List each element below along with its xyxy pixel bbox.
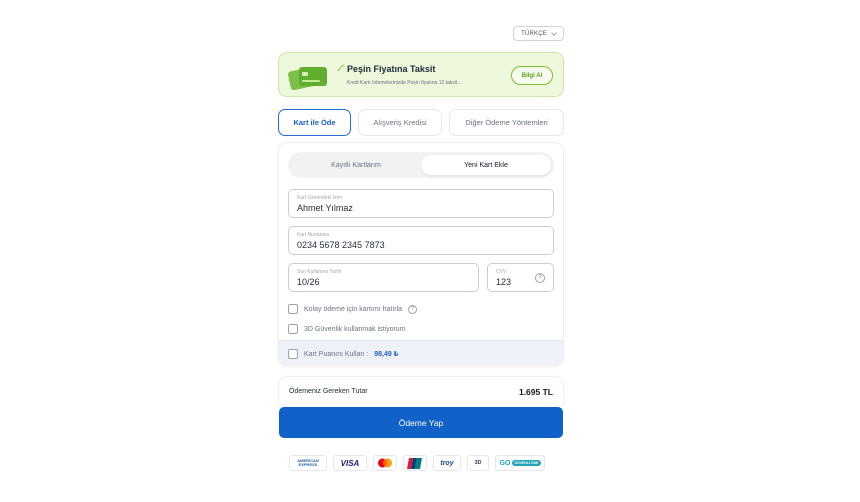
card-number-value: 0234 5678 2345 7873 bbox=[297, 240, 385, 250]
amex-logo: AMERICAN EXPRESS bbox=[289, 455, 327, 471]
mastercard-logo bbox=[373, 455, 397, 471]
chevron-down-icon bbox=[551, 29, 557, 36]
tab-saved-cards[interactable]: Kayıtlı Kartlarım bbox=[291, 155, 421, 175]
cardholder-name-field[interactable]: Kart Üzerindeki İsim Ahmet Yılmaz bbox=[288, 189, 554, 218]
sparkle-icon bbox=[337, 64, 345, 72]
credit-cards-icon bbox=[287, 66, 327, 91]
promo-title: Peşin Fiyatına Taksit bbox=[347, 64, 436, 74]
cardholder-name-value: Ahmet Yılmaz bbox=[297, 203, 353, 213]
payment-method-tabs: Kart ile Öde Alışveriş Kredisi Diğer Öde… bbox=[278, 109, 564, 136]
total-amount-row: Ödemeniz Gereken Tutar 1.695 TL bbox=[278, 376, 564, 406]
mastercard-icon bbox=[378, 458, 392, 468]
remember-card-label: Kolay ödeme için kartımı hatırla bbox=[304, 305, 403, 313]
cardholder-name-label: Kart Üzerindeki İsim bbox=[297, 195, 342, 201]
remember-card-help-icon[interactable]: ? bbox=[408, 304, 418, 314]
secure-3d-label: 3D Güvenlik kullanmak istiyorum bbox=[304, 325, 406, 333]
unionpay-logo bbox=[403, 455, 427, 471]
secure-3d-checkbox[interactable] bbox=[288, 324, 298, 334]
expiry-date-value: 10/26 bbox=[297, 277, 320, 287]
remember-card-checkbox[interactable] bbox=[288, 304, 298, 314]
language-label: TÜRKÇE bbox=[521, 30, 547, 37]
secure-3d-logo: 3D bbox=[467, 455, 489, 471]
use-points-checkbox-row[interactable]: Kart Puanını Kullan : 98,49 ₺ bbox=[288, 349, 399, 359]
go-mark-icon: GO bbox=[499, 459, 511, 467]
amex-text: AMERICAN EXPRESS bbox=[297, 457, 319, 467]
promo-description: Kredi Kartı ödemelerinizde Peşin fiyatın… bbox=[347, 80, 462, 86]
card-number-label: Kart Numarası bbox=[297, 232, 330, 238]
secure-3d-text: 3D bbox=[474, 460, 482, 466]
tab-add-new-card[interactable]: Yeni Kart Ekle bbox=[421, 155, 551, 175]
use-points-checkbox[interactable] bbox=[288, 349, 298, 359]
tab-pay-by-card[interactable]: Kart ile Öde bbox=[278, 109, 351, 136]
pay-button[interactable]: Ödeme Yap bbox=[279, 407, 563, 438]
card-points-row: Kart Puanını Kullan : 98,49 ₺ bbox=[279, 340, 563, 365]
cvv-field[interactable]: CVV 123 ? bbox=[487, 263, 554, 292]
secure-payment-text: GÜVENLİ ÖDE bbox=[512, 460, 541, 466]
cvv-value: 123 bbox=[496, 277, 512, 287]
use-points-label: Kart Puanını Kullan : bbox=[304, 350, 369, 358]
total-label: Ödemeniz Gereken Tutar bbox=[289, 388, 368, 395]
visa-text: VISA bbox=[340, 458, 360, 468]
points-amount: 98,49 ₺ bbox=[374, 351, 399, 358]
card-number-field[interactable]: Kart Numarası 0234 5678 2345 7873 bbox=[288, 226, 554, 255]
cvv-label: CVV bbox=[496, 269, 507, 275]
secure-payment-logo: GO GÜVENLİ ÖDE bbox=[495, 455, 545, 471]
remember-card-checkbox-row[interactable]: Kolay ödeme için kartımı hatırla ? bbox=[288, 304, 418, 314]
card-payment-panel: Kayıtlı Kartlarım Yeni Kart Ekle Kart Üz… bbox=[278, 142, 564, 366]
secure-3d-checkbox-row[interactable]: 3D Güvenlik kullanmak istiyorum bbox=[288, 324, 406, 334]
tab-shopping-credit[interactable]: Alışveriş Kredisi bbox=[358, 109, 442, 136]
total-value: 1.695 TL bbox=[518, 386, 553, 397]
expiry-date-field[interactable]: Son Kullanma Tarihi 10/26 bbox=[288, 263, 479, 292]
troy-text: troy bbox=[440, 459, 454, 467]
payment-logos: AMERICAN EXPRESS VISA troy 3D GO GÜVENLİ… bbox=[289, 455, 551, 471]
more-info-button[interactable]: Bilgi Al bbox=[511, 66, 553, 85]
expiry-date-label: Son Kullanma Tarihi bbox=[297, 269, 342, 275]
visa-logo: VISA bbox=[333, 455, 367, 471]
cvv-help-icon[interactable]: ? bbox=[535, 273, 545, 283]
unionpay-icon bbox=[407, 457, 422, 469]
card-source-toggle: Kayıtlı Kartlarım Yeni Kart Ekle bbox=[288, 152, 554, 178]
tab-other-payment-methods[interactable]: Diğer Ödeme Yöntemleri bbox=[449, 109, 564, 136]
installment-promo-banner: Peşin Fiyatına Taksit Kredi Kartı ödemel… bbox=[278, 52, 564, 97]
language-selector[interactable]: TÜRKÇE bbox=[513, 26, 564, 41]
troy-logo: troy bbox=[433, 455, 461, 471]
